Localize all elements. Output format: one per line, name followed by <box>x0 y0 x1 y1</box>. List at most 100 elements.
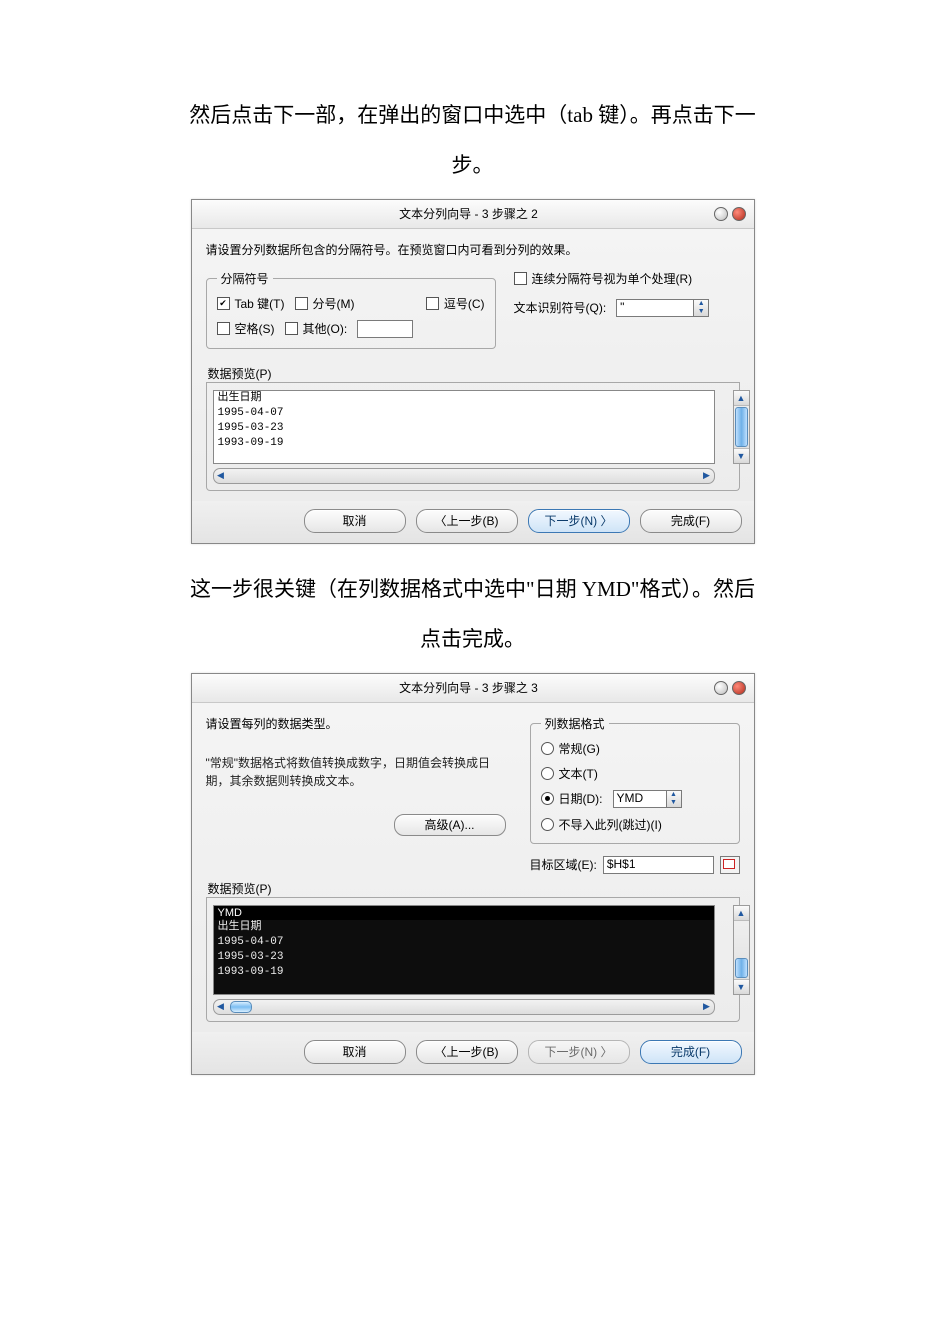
stepper-icon[interactable]: ▲▼ <box>693 299 709 317</box>
consecutive-checkbox[interactable]: 连续分隔符号视为单个处理(R) <box>514 270 740 287</box>
preview-row: 1993-09-19 <box>214 436 714 451</box>
radio-general[interactable]: 常规(G) <box>541 740 600 757</box>
semicolon-checkbox[interactable]: 分号(M) <box>295 295 355 312</box>
preview-legend: 数据预览(P) <box>208 365 740 382</box>
text-qualifier-label: 文本识别符号(Q): <box>514 299 607 316</box>
target-label: 目标区域(E): <box>530 856 597 873</box>
scroll-thumb[interactable] <box>230 1001 252 1013</box>
tab-checkbox[interactable]: Tab 键(T) <box>217 295 285 312</box>
radio-icon <box>541 767 554 780</box>
checkbox-icon <box>514 272 527 285</box>
radio-icon <box>541 742 554 755</box>
scroll-down-icon[interactable]: ▼ <box>734 448 749 463</box>
radio-icon <box>541 792 554 805</box>
radio-text[interactable]: 文本(T) <box>541 765 598 782</box>
preview-frame: 出生日期 1995-04-07 1995-03-23 1993-09-19 ▲ … <box>206 382 740 491</box>
scroll-down-icon[interactable]: ▼ <box>734 979 749 994</box>
other-delimiter-input[interactable] <box>357 320 413 338</box>
titlebar: 文本分列向导 - 3 步骤之 3 <box>192 674 754 703</box>
tab-label: Tab 键(T) <box>235 295 285 312</box>
scroll-left-icon[interactable]: ◀ <box>214 1000 228 1014</box>
titlebar: 文本分列向导 - 3 步骤之 2 <box>192 200 754 229</box>
button-row: 取消 〈上一步(B) 下一步(N) 〉 完成(F) <box>192 501 754 543</box>
preview-row: 1995-04-07 <box>214 406 714 421</box>
close-icon[interactable] <box>732 207 746 221</box>
scroll-thumb[interactable] <box>735 407 748 447</box>
consecutive-label: 连续分隔符号视为单个处理(R) <box>532 270 693 287</box>
stepper-icon[interactable]: ▲▼ <box>666 790 682 808</box>
radio-text-label: 文本(T) <box>559 765 598 782</box>
scroll-up-icon[interactable]: ▲ <box>734 906 749 921</box>
button-row: 取消 〈上一步(B) 下一步(N) 〉 完成(F) <box>192 1032 754 1074</box>
horizontal-scrollbar[interactable]: ◀ ▶ <box>213 468 715 484</box>
horizontal-scrollbar[interactable]: ◀ ▶ <box>213 999 715 1015</box>
column-format-group: 列数据格式 常规(G) 文本(T) <box>530 715 740 844</box>
date-format-combo[interactable]: YMD ▲▼ <box>613 790 682 808</box>
checkbox-icon <box>285 322 298 335</box>
close-icon[interactable] <box>732 681 746 695</box>
preview-legend: 数据预览(P) <box>208 880 740 897</box>
back-button[interactable]: 〈上一步(B) <box>416 509 518 533</box>
text-qualifier-value: " <box>616 299 693 317</box>
preview-box: YMD 出生日期 1995-04-07 1995-03-23 1993-09-1… <box>213 905 715 995</box>
comma-checkbox[interactable]: 逗号(C) <box>426 295 485 312</box>
space-label: 空格(S) <box>235 320 275 337</box>
scroll-right-icon[interactable]: ▶ <box>700 1000 714 1014</box>
dialog-title: 文本分列向导 - 3 步骤之 3 <box>399 679 538 696</box>
next-button: 下一步(N) 〉 <box>528 1040 630 1064</box>
preview-row: 1993-09-19 <box>214 965 714 980</box>
preview-row: 1995-04-07 <box>214 935 714 950</box>
radio-skip[interactable]: 不导入此列(跳过)(I) <box>541 816 662 833</box>
scroll-left-icon[interactable]: ◀ <box>214 469 228 483</box>
delimiter-legend: 分隔符号 <box>217 270 273 287</box>
checkbox-icon <box>217 322 230 335</box>
range-select-icon[interactable] <box>720 856 740 874</box>
minimize-icon[interactable] <box>714 207 728 221</box>
preview-row: 出生日期 <box>214 391 714 406</box>
radio-general-label: 常规(G) <box>559 740 600 757</box>
back-button[interactable]: 〈上一步(B) <box>416 1040 518 1064</box>
instruction-text-2: 这一步很关键（在列数据格式中选中"日期 YMD"格式）。然后点击完成。 <box>180 564 765 665</box>
preview-frame: YMD 出生日期 1995-04-07 1995-03-23 1993-09-1… <box>206 897 740 1022</box>
next-button[interactable]: 下一步(N) 〉 <box>528 509 630 533</box>
checkbox-icon <box>295 297 308 310</box>
finish-button[interactable]: 完成(F) <box>640 509 742 533</box>
cancel-button[interactable]: 取消 <box>304 1040 406 1064</box>
date-format-value: YMD <box>613 790 666 808</box>
wizard-dialog-step2: 文本分列向导 - 3 步骤之 2 请设置分列数据所包含的分隔符号。在预览窗口内可… <box>191 199 755 544</box>
preview-row: 1995-03-23 <box>214 950 714 965</box>
wizard-dialog-step3: 文本分列向导 - 3 步骤之 3 请设置每列的数据类型。 "常规"数据格式将数值… <box>191 673 755 1075</box>
preview-row: 1995-03-23 <box>214 421 714 436</box>
other-label: 其他(O): <box>303 320 348 337</box>
radio-skip-label: 不导入此列(跳过)(I) <box>559 816 662 833</box>
scroll-right-icon[interactable]: ▶ <box>700 469 714 483</box>
checkbox-icon <box>426 297 439 310</box>
radio-date[interactable]: 日期(D): <box>541 790 603 807</box>
radio-icon <box>541 818 554 831</box>
space-checkbox[interactable]: 空格(S) <box>217 320 275 337</box>
radio-date-label: 日期(D): <box>559 790 603 807</box>
target-input[interactable]: $H$1 <box>603 856 714 874</box>
vertical-scrollbar[interactable]: ▲ ▼ <box>733 905 750 995</box>
cancel-button[interactable]: 取消 <box>304 509 406 533</box>
comma-label: 逗号(C) <box>444 295 485 312</box>
checkbox-icon <box>217 297 230 310</box>
semicolon-label: 分号(M) <box>313 295 355 312</box>
other-checkbox[interactable]: 其他(O): <box>285 320 348 337</box>
dialog-title: 文本分列向导 - 3 步骤之 2 <box>399 205 538 222</box>
vertical-scrollbar[interactable]: ▲ ▼ <box>733 390 750 464</box>
dialog-prompt: 请设置分列数据所包含的分隔符号。在预览窗口内可看到分列的效果。 <box>206 241 740 258</box>
column-format-legend: 列数据格式 <box>541 715 609 732</box>
preview-header: YMD <box>214 906 714 920</box>
finish-button[interactable]: 完成(F) <box>640 1040 742 1064</box>
format-hint: "常规"数据格式将数值转换成数字，日期值会转换成日期，其余数据则转换成文本。 <box>206 754 506 790</box>
advanced-button[interactable]: 高级(A)... <box>394 814 506 836</box>
delimiter-group: 分隔符号 Tab 键(T) 分号(M) <box>206 270 496 349</box>
minimize-icon[interactable] <box>714 681 728 695</box>
preview-row: 出生日期 <box>214 920 714 935</box>
instruction-text-1: 然后点击下一部，在弹出的窗口中选中（tab 键）。再点击下一步。 <box>180 90 765 191</box>
scroll-thumb[interactable] <box>735 958 748 978</box>
dialog-prompt: 请设置每列的数据类型。 <box>206 715 506 732</box>
scroll-up-icon[interactable]: ▲ <box>734 391 749 406</box>
text-qualifier-combo[interactable]: " ▲▼ <box>616 299 709 317</box>
